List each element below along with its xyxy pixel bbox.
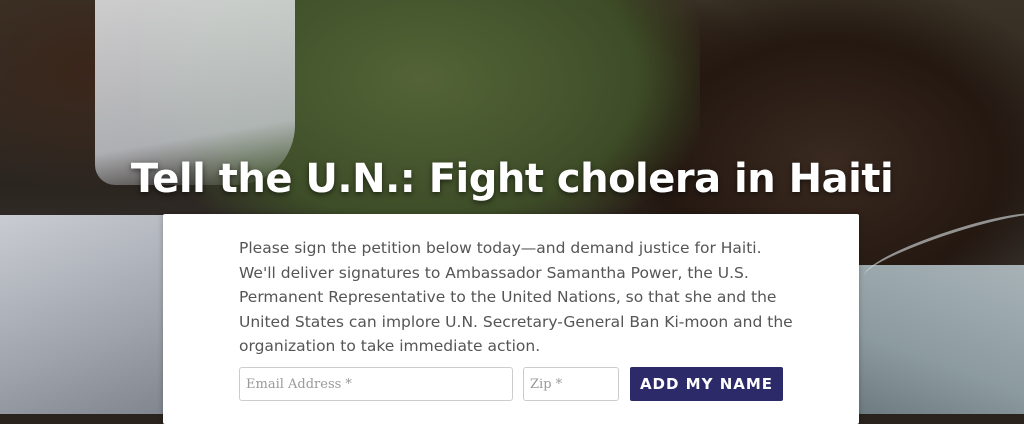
petition-card: Please sign the petition below today—and… bbox=[163, 214, 859, 424]
page-title: Tell the U.N.: Fight cholera in Haiti bbox=[130, 156, 894, 202]
email-field[interactable] bbox=[239, 367, 513, 401]
hero-sheet-right-shape bbox=[849, 265, 1024, 414]
add-my-name-button[interactable]: ADD MY NAME bbox=[630, 367, 783, 401]
petition-intro: Please sign the petition below today—and… bbox=[239, 239, 793, 355]
zip-field[interactable] bbox=[523, 367, 619, 401]
